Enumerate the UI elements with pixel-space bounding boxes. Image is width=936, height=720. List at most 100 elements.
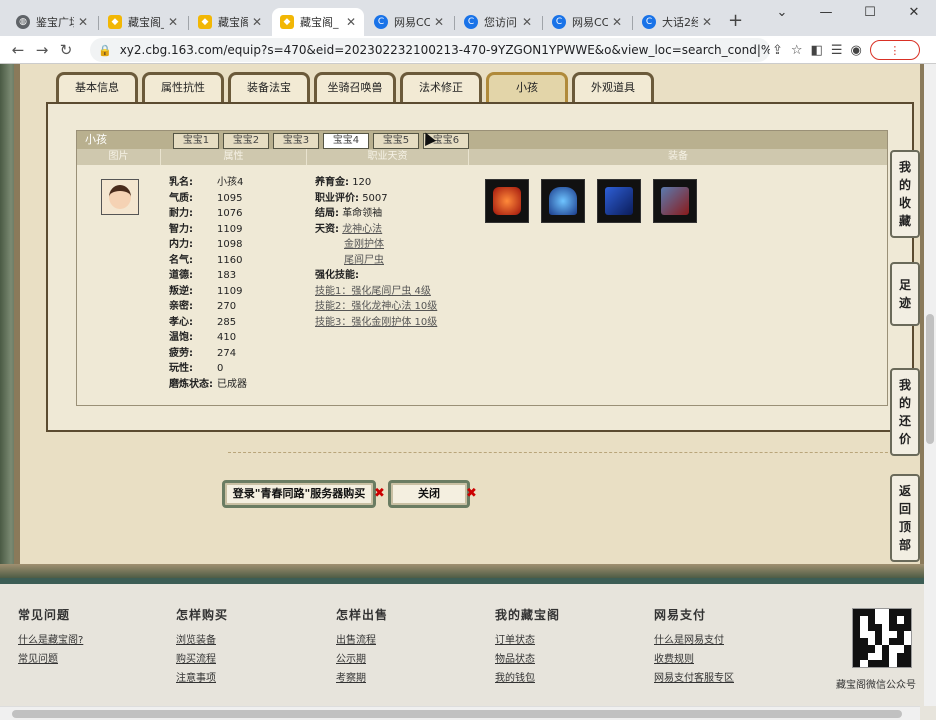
footer-link[interactable]: 订单状态 xyxy=(495,631,560,650)
cbg-logo-icon: ◆ xyxy=(108,15,122,29)
browser-tab[interactable]: C 您访问 ✕ xyxy=(456,8,540,36)
skill-link[interactable]: 技能3：强化金刚护体 10级 xyxy=(315,317,437,328)
share-icon[interactable]: ⇪ xyxy=(772,43,783,58)
skill-link[interactable]: 技能1：强化尾闾尸虫 4级 xyxy=(315,286,431,297)
qr-cell xyxy=(882,659,890,667)
footer-link[interactable]: 出售流程 xyxy=(336,631,388,650)
footer-link[interactable]: 浏览装备 xyxy=(176,631,228,650)
footer-link[interactable]: 公示期 xyxy=(336,650,388,669)
close-tab-icon[interactable]: ✕ xyxy=(518,15,532,29)
browser-toolbar: ← → ↻ 🔒 xy2.cbg.163.com/equip?s=470&eid=… xyxy=(0,36,936,64)
footer-link[interactable]: 什么是藏宝阁? xyxy=(18,631,83,650)
browser-tab[interactable]: ◍鉴宝广场✕ xyxy=(8,8,96,36)
new-tab-button[interactable]: + xyxy=(728,10,743,31)
close-tab-icon[interactable]: ✕ xyxy=(74,15,88,29)
talent-link[interactable]: 金刚护体 xyxy=(344,239,384,250)
tab-mounts-pets[interactable]: 坐骑召唤兽 xyxy=(314,72,396,102)
qr-cell xyxy=(903,659,911,667)
tab-attributes[interactable]: 属性抗性 xyxy=(142,72,224,102)
close-tab-icon[interactable]: ✕ xyxy=(342,15,356,29)
browser-tab[interactable]: C 大话2经 ✕ xyxy=(634,8,720,36)
qr-cell xyxy=(889,609,897,617)
side-my-offers[interactable]: 我的还价 xyxy=(890,368,920,456)
footer-link[interactable]: 考察期 xyxy=(336,669,388,688)
globe-icon: ◍ xyxy=(16,15,30,29)
footer-col-my-cbg: 我的藏宝阁 订单状态 物品状态 我的钱包 xyxy=(495,606,560,688)
tab-spell-mod[interactable]: 法术修正 xyxy=(400,72,482,102)
scrollbar-thumb[interactable] xyxy=(12,710,902,718)
close-tab-icon[interactable]: ✕ xyxy=(430,15,444,29)
skill-link[interactable]: 技能2：强化龙神心法 10级 xyxy=(315,301,437,312)
baby-tab-4[interactable]: 宝宝4 xyxy=(323,133,369,149)
baby-tab-2[interactable]: 宝宝2 xyxy=(223,133,269,149)
footer-link[interactable]: 收费规则 xyxy=(654,650,734,669)
qr-cell xyxy=(882,652,890,660)
baby-tab-5[interactable]: 宝宝5 xyxy=(373,133,419,149)
footer-link[interactable]: 我的钱包 xyxy=(495,669,560,688)
close-tab-icon[interactable]: ✕ xyxy=(164,15,178,29)
close-tab-icon[interactable]: ✕ xyxy=(608,15,622,29)
close-window-icon[interactable]: ✕ xyxy=(892,0,936,28)
baby-tab-3[interactable]: 宝宝3 xyxy=(273,133,319,149)
qr-cell xyxy=(874,652,882,660)
equipment-slot-2[interactable] xyxy=(541,179,585,223)
close-tab-icon[interactable]: ✕ xyxy=(698,15,712,29)
bookmark-star-icon[interactable]: ☆ xyxy=(791,43,803,58)
vertical-scrollbar[interactable] xyxy=(924,64,936,706)
tab-search-icon[interactable]: ⌄ xyxy=(760,0,804,28)
tab-equipment[interactable]: 装备法宝 xyxy=(228,72,310,102)
footer-link[interactable]: 购买流程 xyxy=(176,650,228,669)
footer-link[interactable]: 物品状态 xyxy=(495,650,560,669)
address-bar[interactable]: 🔒 xy2.cbg.163.com/equip?s=470&eid=202302… xyxy=(90,38,770,62)
equipment-slot-1[interactable] xyxy=(485,179,529,223)
qr-cell xyxy=(853,609,861,617)
extensions-icon[interactable]: ◧ xyxy=(811,43,823,58)
footer-link[interactable]: 常见问题 xyxy=(18,650,83,669)
attribute-row: 乳名: 小孩4 xyxy=(169,177,244,188)
footer-link[interactable]: 注意事项 xyxy=(176,669,228,688)
attribute-row: 亲密: 270 xyxy=(169,301,237,312)
scrollbar-thumb[interactable] xyxy=(926,314,934,444)
tab-appearance[interactable]: 外观道具 xyxy=(572,72,654,102)
footer-link[interactable]: 什么是网易支付 xyxy=(654,631,734,650)
attribute-row: 温饱: 410 xyxy=(169,332,237,343)
profile-icon[interactable]: ◉ xyxy=(851,43,862,58)
qr-cell xyxy=(853,623,861,631)
minimize-icon[interactable]: — xyxy=(804,0,848,28)
browser-menu-button[interactable]: ⋮ xyxy=(869,40,920,60)
login-buy-button[interactable]: 登录"青春同路"服务器购买 xyxy=(222,480,376,508)
qr-cell xyxy=(867,638,875,646)
horizontal-scrollbar[interactable] xyxy=(0,706,920,720)
side-back-to-top[interactable]: 返回顶部 xyxy=(890,474,920,562)
qr-cell xyxy=(903,645,911,653)
browser-tab[interactable]: C 网易CC ✕ xyxy=(544,8,630,36)
forward-icon[interactable]: → xyxy=(30,41,54,59)
talent-link[interactable]: 尾闾尸虫 xyxy=(344,255,384,266)
qr-cell xyxy=(874,645,882,653)
footer-link[interactable]: 网易支付客服专区 xyxy=(654,669,734,688)
maximize-icon[interactable]: ☐ xyxy=(848,0,892,28)
back-icon[interactable]: ← xyxy=(6,41,30,59)
qr-cell xyxy=(903,609,911,617)
footer-col-buy: 怎样购买 浏览装备 购买流程 注意事项 xyxy=(176,606,228,688)
side-my-favorites[interactable]: 我的收藏 xyxy=(890,150,920,238)
close-button[interactable]: 关闭 xyxy=(388,480,470,508)
browser-tab[interactable]: C 网易CC ✕ xyxy=(366,8,452,36)
browser-tab[interactable]: ◆藏宝阁_✕ xyxy=(190,8,270,36)
footer-col-faq: 常见问题 什么是藏宝阁? 常见问题 xyxy=(18,606,83,669)
tab-basic-info[interactable]: 基本信息 xyxy=(56,72,138,102)
qr-cell xyxy=(867,623,875,631)
reading-list-icon[interactable]: ☰ xyxy=(831,43,843,58)
browser-tab-active[interactable]: ◆ 藏宝阁_ ✕ xyxy=(272,8,364,36)
side-history[interactable]: 足迹 xyxy=(890,262,920,326)
equipment-slot-4[interactable] xyxy=(653,179,697,223)
baby-tab-1[interactable]: 宝宝1 xyxy=(173,133,219,149)
tab-child[interactable]: 小孩 xyxy=(486,72,568,102)
talent-link[interactable]: 龙神心法 xyxy=(342,224,382,235)
reload-icon[interactable]: ↻ xyxy=(54,41,78,59)
browser-tab[interactable]: ◆藏宝阁_✕ xyxy=(100,8,186,36)
close-tab-icon[interactable]: ✕ xyxy=(248,15,262,29)
cbg-logo-icon: ◆ xyxy=(198,15,212,29)
cc-logo-icon: C xyxy=(552,15,566,29)
equipment-slot-3[interactable] xyxy=(597,179,641,223)
